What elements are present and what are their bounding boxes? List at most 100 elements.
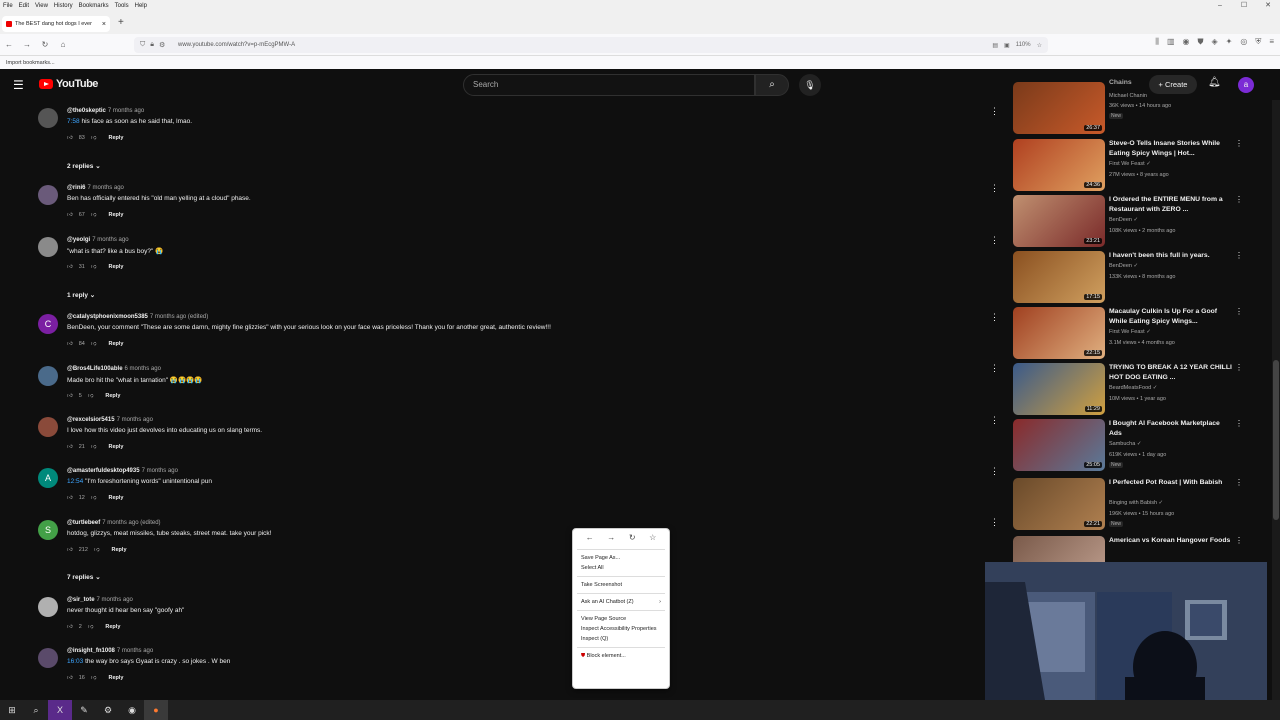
like-icon[interactable]: 👍︎ bbox=[67, 264, 73, 270]
reply-button[interactable]: Reply bbox=[112, 547, 127, 553]
like-icon[interactable]: 👍︎ bbox=[67, 393, 73, 399]
back-icon[interactable]: ← bbox=[0, 40, 18, 49]
video-channel[interactable]: First We Feast ✓ bbox=[1109, 329, 1151, 335]
like-icon[interactable]: 👍︎ bbox=[67, 495, 73, 501]
reply-button[interactable]: Reply bbox=[108, 212, 123, 218]
extension-record-icon[interactable]: ◎ bbox=[1240, 37, 1247, 47]
video-title[interactable]: I Ordered the ENTIRE MENU from a Restaur… bbox=[1109, 195, 1233, 215]
comment-timestamp-link[interactable]: 16:03 bbox=[67, 658, 83, 665]
start-windows-icon[interactable]: ⊞ bbox=[0, 700, 24, 720]
comment-more-icon[interactable]: ⋮ bbox=[990, 466, 999, 477]
taskbar-obs-icon[interactable]: ◉ bbox=[120, 700, 144, 720]
video-title[interactable]: Chains bbox=[1109, 78, 1233, 88]
like-icon[interactable]: 👍︎ bbox=[67, 675, 73, 681]
video-title[interactable]: I haven't been this full in years. bbox=[1109, 251, 1233, 261]
comment-username[interactable]: @yeolgi bbox=[67, 237, 90, 243]
comment-username[interactable]: @rini6 bbox=[67, 185, 86, 191]
video-title[interactable]: I Perfected Pot Roast | With Babish bbox=[1109, 478, 1233, 488]
extension-shield-icon[interactable]: ⛨ bbox=[1255, 37, 1261, 47]
video-thumbnail[interactable]: 26:37 bbox=[1013, 82, 1105, 134]
comment-more-icon[interactable]: ⋮ bbox=[990, 183, 999, 194]
video-more-icon[interactable]: ⋮ bbox=[1235, 478, 1243, 487]
comment-time[interactable]: 7 months ago (edited) bbox=[102, 520, 160, 526]
comment-time[interactable]: 7 months ago bbox=[117, 648, 153, 654]
maximize-button[interactable]: ☐ bbox=[1232, 0, 1256, 12]
like-icon[interactable]: 👍︎ bbox=[67, 624, 73, 630]
permissions-icon[interactable]: ⚙ bbox=[159, 41, 165, 49]
browser-tab[interactable]: The BEST dang hot dogs I ever × bbox=[2, 16, 110, 32]
menu-help[interactable]: Help bbox=[132, 3, 150, 9]
comment-username[interactable]: @rexcelsior5415 bbox=[67, 417, 115, 423]
video-more-icon[interactable]: ⋮ bbox=[1235, 307, 1243, 316]
lock-icon[interactable]: 🔒︎ bbox=[150, 41, 154, 49]
ctx-bookmark-icon[interactable]: ☆ bbox=[649, 533, 656, 542]
sidebar-icon[interactable]: ▥ bbox=[1167, 37, 1175, 47]
recommended-video[interactable]: 22:21 I Perfected Pot Roast | With Babish… bbox=[1013, 478, 1243, 530]
dislike-icon[interactable]: 👎︎ bbox=[91, 444, 97, 450]
comment-timestamp-link[interactable]: 12:54 bbox=[67, 478, 83, 485]
reply-button[interactable]: Reply bbox=[105, 393, 120, 399]
comment-more-icon[interactable]: ⋮ bbox=[990, 415, 999, 426]
commenter-avatar[interactable] bbox=[38, 417, 58, 437]
dislike-icon[interactable]: 👎︎ bbox=[91, 675, 97, 681]
ctx-back-icon[interactable]: ← bbox=[586, 533, 594, 542]
comment-more-icon[interactable]: ⋮ bbox=[990, 235, 999, 246]
like-icon[interactable]: 👍︎ bbox=[67, 547, 73, 553]
comment-time[interactable]: 7 months ago bbox=[97, 597, 133, 603]
minimize-button[interactable]: – bbox=[1208, 0, 1232, 12]
video-thumbnail[interactable]: 11:29 bbox=[1013, 363, 1105, 415]
comment-username[interactable]: @insight_fn1008 bbox=[67, 648, 115, 654]
video-more-icon[interactable]: ⋮ bbox=[1235, 139, 1243, 148]
video-more-icon[interactable]: ⋮ bbox=[1235, 419, 1243, 428]
reader-view-icon[interactable]: ▤ bbox=[992, 42, 998, 49]
commenter-avatar[interactable] bbox=[38, 366, 58, 386]
video-more-icon[interactable]: ⋮ bbox=[1235, 363, 1243, 372]
ctx-take-screenshot[interactable]: Take Screenshot bbox=[573, 580, 669, 590]
reply-button[interactable]: Reply bbox=[108, 135, 123, 141]
menu-history[interactable]: History bbox=[51, 3, 76, 9]
ctx-ask-ai-chatbot[interactable]: Ask an AI Chatbot (Z) › bbox=[573, 597, 669, 607]
commenter-avatar[interactable]: S bbox=[38, 520, 58, 540]
menu-view[interactable]: View bbox=[32, 3, 51, 9]
view-replies-button[interactable]: 7 replies ⌄ bbox=[67, 573, 101, 581]
video-thumbnail[interactable]: 22:21 bbox=[1013, 478, 1105, 530]
reply-button[interactable]: Reply bbox=[108, 264, 123, 270]
shield-icon[interactable]: ⛉ bbox=[140, 41, 145, 49]
like-icon[interactable]: 👍︎ bbox=[67, 341, 73, 347]
reply-button[interactable]: Reply bbox=[108, 341, 123, 347]
import-bookmarks-link[interactable]: Import bookmarks... bbox=[6, 60, 55, 66]
video-more-icon[interactable]: ⋮ bbox=[1235, 536, 1243, 545]
dislike-icon[interactable]: 👎︎ bbox=[94, 547, 100, 553]
like-icon[interactable]: 👍︎ bbox=[67, 135, 73, 141]
reply-button[interactable]: Reply bbox=[105, 624, 120, 630]
comment-timestamp-link[interactable]: 7:58 bbox=[67, 118, 80, 125]
home-icon[interactable]: ⌂ bbox=[54, 40, 72, 49]
reload-icon[interactable]: ↻ bbox=[36, 40, 54, 49]
menu-icon[interactable]: ≡ bbox=[1269, 37, 1274, 47]
zoom-level[interactable]: 110% bbox=[1016, 42, 1031, 48]
comment-more-icon[interactable]: ⋮ bbox=[990, 363, 999, 374]
reply-button[interactable]: Reply bbox=[108, 444, 123, 450]
video-thumbnail[interactable]: 17:15 bbox=[1013, 251, 1105, 303]
video-thumbnail[interactable]: 24:36 bbox=[1013, 139, 1105, 191]
ctx-reload-icon[interactable]: ↻ bbox=[629, 533, 636, 542]
commenter-avatar[interactable] bbox=[38, 108, 58, 128]
recommended-video[interactable]: 22:15 Macaulay Culkin Is Up For a Goof Wh… bbox=[1013, 307, 1243, 359]
menu-tools[interactable]: Tools bbox=[112, 3, 132, 9]
menu-bookmarks[interactable]: Bookmarks bbox=[76, 3, 112, 9]
comment-time[interactable]: 6 months ago bbox=[125, 366, 161, 372]
video-title[interactable]: Macaulay Culkin Is Up For a Goof While E… bbox=[1109, 307, 1233, 327]
recommended-video[interactable]: 23:21 I Ordered the ENTIRE MENU from a Re… bbox=[1013, 195, 1243, 247]
commenter-avatar[interactable] bbox=[38, 597, 58, 617]
reply-button[interactable]: Reply bbox=[108, 495, 123, 501]
comment-time[interactable]: 7 months ago (edited) bbox=[150, 314, 208, 320]
extensions-icon[interactable]: ✦ bbox=[1226, 37, 1233, 47]
search-input[interactable]: Search bbox=[463, 74, 755, 96]
new-tab-button[interactable]: + bbox=[118, 17, 124, 28]
dislike-icon[interactable]: 👎︎ bbox=[91, 495, 97, 501]
comment-username[interactable]: @Bros4Life100able bbox=[67, 366, 123, 372]
menu-edit[interactable]: Edit bbox=[16, 3, 32, 9]
reply-button[interactable]: Reply bbox=[108, 675, 123, 681]
video-channel[interactable]: BenDeen ✓ bbox=[1109, 217, 1138, 223]
video-more-icon[interactable]: ⋮ bbox=[1235, 195, 1243, 204]
